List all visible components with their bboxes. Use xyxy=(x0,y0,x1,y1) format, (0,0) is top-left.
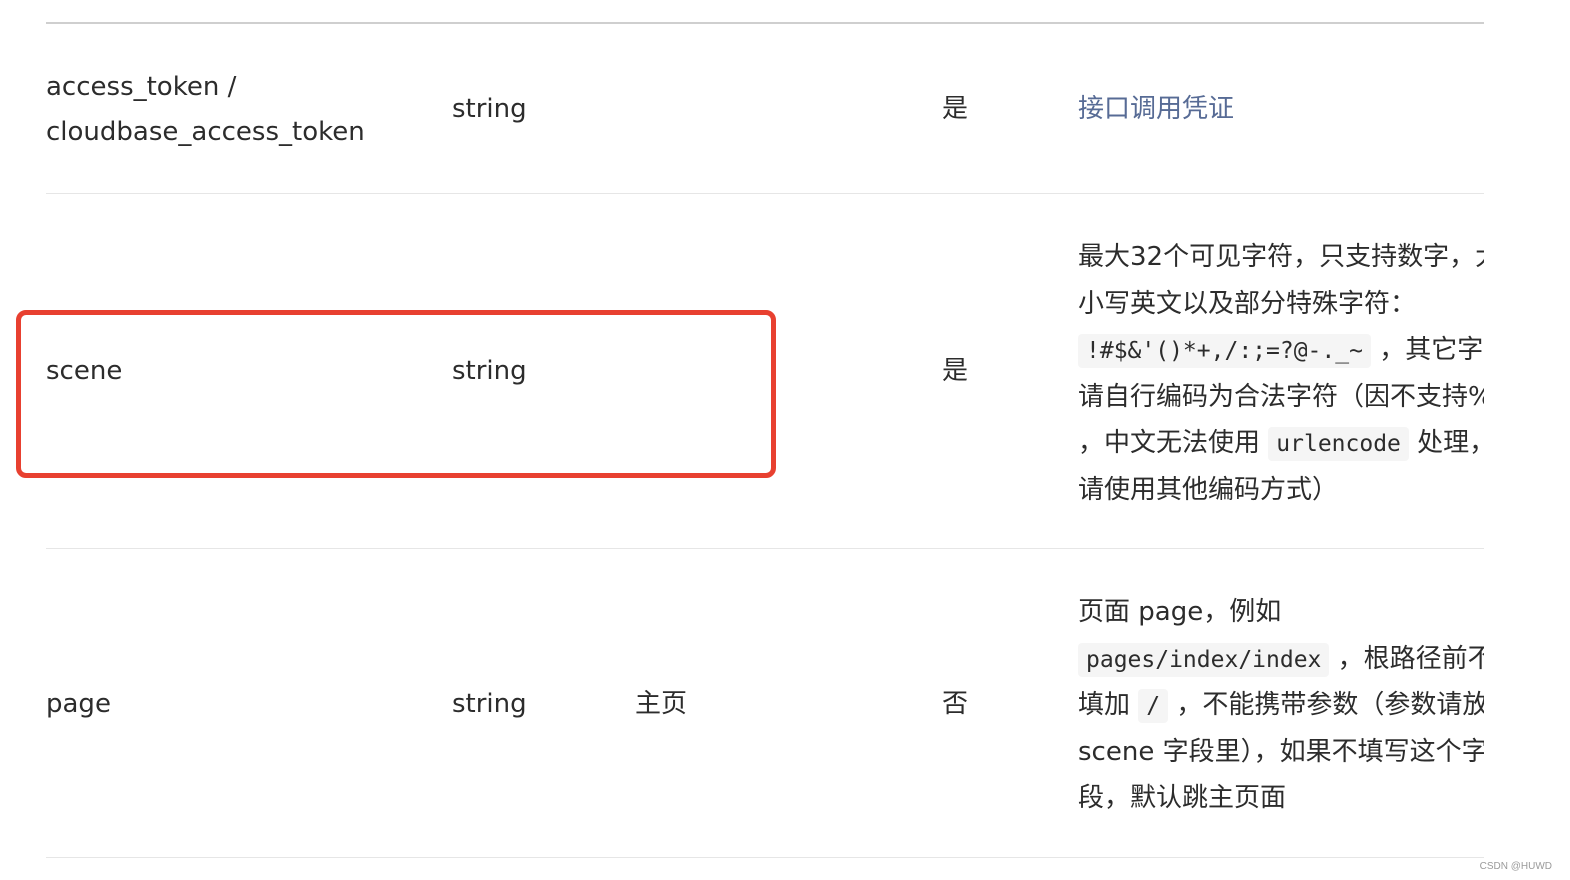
param-default: 主页 xyxy=(635,689,688,719)
credential-link[interactable]: 接口调用凭证 xyxy=(1078,87,1234,132)
param-description: 最大32个可见字符，只支持数字，大 小写英文以及部分特殊字符： !#$&'()*… xyxy=(1078,242,1484,505)
param-description: 页面 page，例如 pages/index/index ，根路径前不要 填加 … xyxy=(1078,597,1484,813)
page-path-code: pages/index/index xyxy=(1078,642,1330,677)
watermark: CSDN @HUWD xyxy=(1479,861,1552,872)
param-required: 否 xyxy=(942,689,969,719)
param-name-line1: access_token / xyxy=(46,72,237,102)
param-name: access_token / cloudbase_access_token xyxy=(46,65,365,155)
special-chars-code: !#$&'()*+,/:;=?@-._~ xyxy=(1078,334,1371,368)
table-top-border xyxy=(46,22,1484,24)
param-required: 是 xyxy=(942,356,969,386)
row-divider xyxy=(46,548,1484,549)
slash-code: / xyxy=(1138,689,1169,723)
param-name: page xyxy=(46,689,111,719)
scene-row-highlight-box xyxy=(16,310,776,478)
param-type: string xyxy=(452,689,527,719)
param-name-line2: cloudbase_access_token xyxy=(46,117,365,147)
row-divider xyxy=(46,193,1484,194)
param-required: 是 xyxy=(942,94,969,124)
param-type: string xyxy=(452,94,527,124)
urlencode-code: urlencode xyxy=(1268,427,1409,461)
table-bottom-border xyxy=(46,857,1484,858)
